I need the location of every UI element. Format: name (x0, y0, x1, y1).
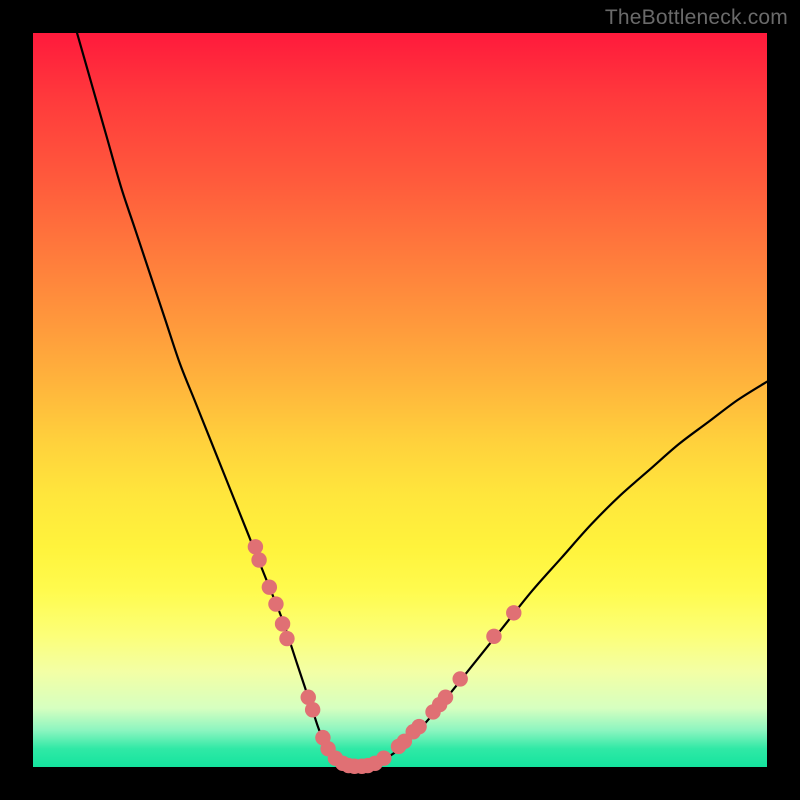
data-marker (305, 702, 320, 717)
data-marker (411, 719, 426, 734)
plot-area (33, 33, 767, 767)
watermark-text: TheBottleneck.com (605, 6, 788, 30)
data-marker (486, 629, 501, 644)
data-marker (262, 579, 277, 594)
data-marker (506, 605, 521, 620)
data-marker (376, 750, 391, 765)
data-marker (438, 690, 453, 705)
bottleneck-curve (77, 33, 767, 768)
data-marker (275, 616, 290, 631)
chart-frame: TheBottleneck.com (0, 0, 800, 800)
chart-svg (33, 33, 767, 767)
data-marker (251, 552, 266, 567)
data-marker (268, 596, 283, 611)
data-marker (279, 631, 294, 646)
data-marker (452, 671, 467, 686)
data-marker (248, 539, 263, 554)
